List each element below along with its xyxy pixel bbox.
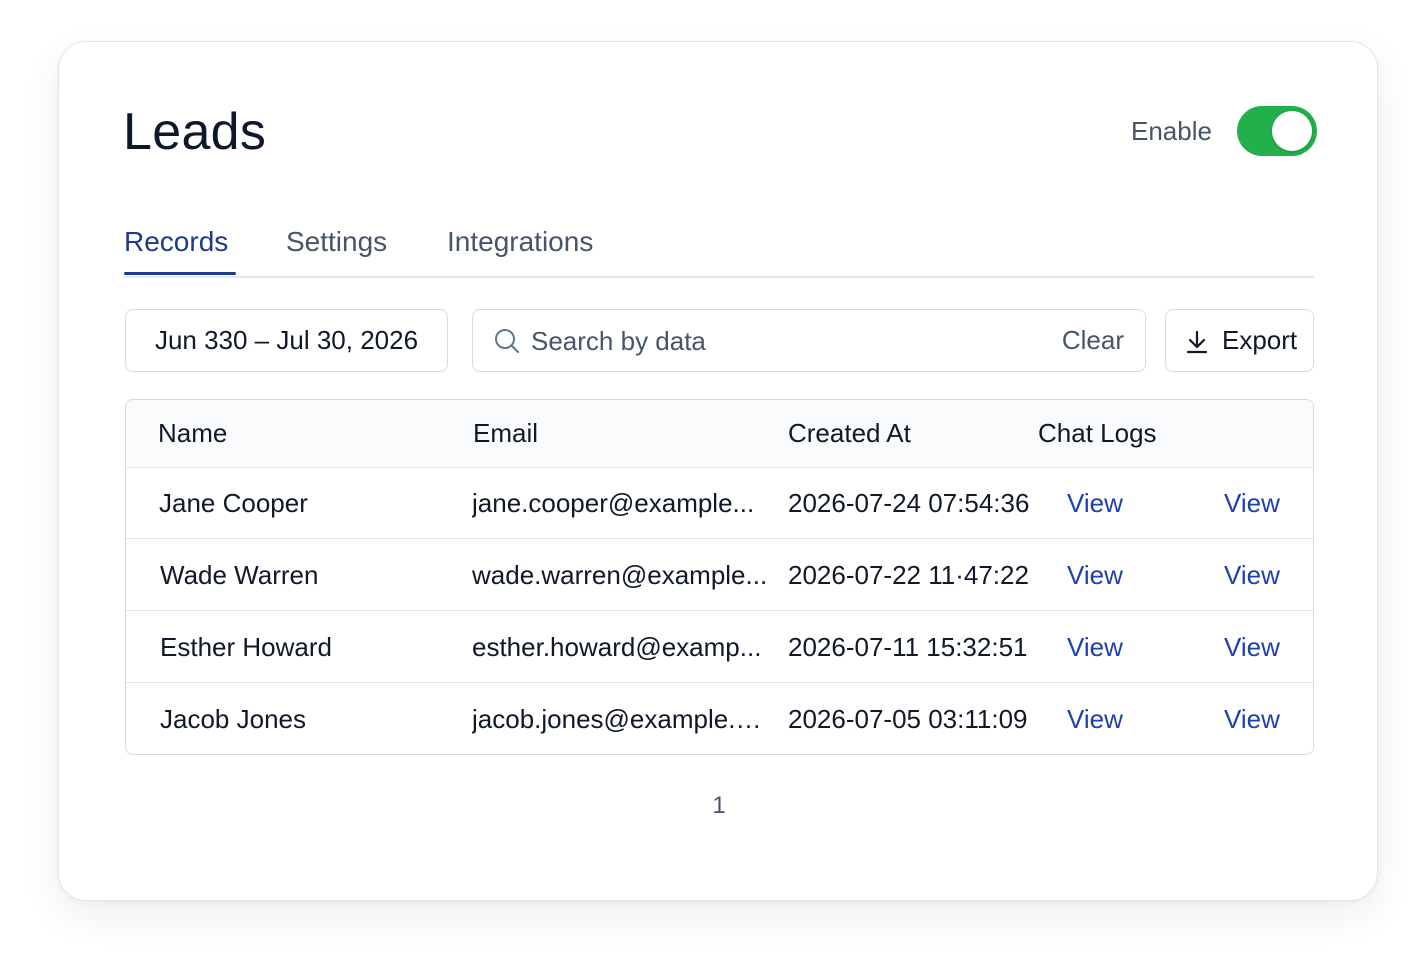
cell-created-at: 2026-07-24 07:54:36 [788, 488, 1030, 518]
enable-toggle[interactable] [1237, 106, 1317, 156]
clear-button[interactable]: Clear [1062, 310, 1124, 371]
cell-email: esther.howard@examp... [472, 632, 762, 662]
cell-created-at: 2026-07-05 03:11:09 [788, 704, 1028, 734]
search-icon [495, 329, 519, 353]
table-header: Name Email Created At Chat Logs [126, 400, 1313, 468]
table-row: Jane Cooper jane.cooper@example... 2026-… [126, 467, 1313, 539]
cell-name: Esther Howard [160, 632, 332, 662]
tab-integrations[interactable]: Integrations [447, 222, 593, 262]
tab-bar: Records Settings Integrations [124, 222, 1314, 278]
cell-created-at: 2026-07-22 11·47:22 [788, 560, 1029, 590]
export-label: Export [1222, 325, 1298, 355]
row-view-link[interactable]: View [1224, 683, 1280, 754]
leads-table: Name Email Created At Chat Logs Jane Coo… [125, 399, 1314, 755]
cell-name: Jacob Jones [160, 704, 306, 734]
table-row: Wade Warren wade.warren@example... 2026-… [126, 539, 1313, 611]
cell-name: Jane Cooper [159, 488, 308, 518]
chat-logs-view-link[interactable]: View [1067, 467, 1123, 539]
export-button[interactable]: Export [1165, 309, 1314, 372]
cell-email: jane.cooper@example... [472, 488, 755, 518]
toggle-knob [1272, 111, 1312, 151]
page-title: Leads [123, 103, 267, 161]
leads-card: Leads Enable Records Settings Integratio… [58, 41, 1378, 901]
cell-created-at: 2026-07-11 15:32:51 [788, 632, 1028, 662]
cell-email: jacob.jones@example.c... [472, 704, 768, 734]
tab-records[interactable]: Records [124, 222, 228, 262]
date-range-picker[interactable]: Jun 330 – Jul 30, 2026 [125, 309, 448, 372]
cell-name: Wade Warren [160, 560, 319, 590]
pagination-page-1[interactable]: 1 [699, 790, 739, 822]
row-view-link[interactable]: View [1224, 467, 1280, 539]
search-input[interactable] [531, 320, 1031, 362]
column-header-name[interactable]: Name [158, 400, 227, 467]
cell-email: wade.warren@example... [472, 560, 768, 590]
enable-label: Enable [1131, 116, 1212, 146]
chat-logs-view-link[interactable]: View [1067, 683, 1123, 754]
active-tab-indicator [124, 272, 236, 275]
download-icon [1186, 330, 1208, 354]
column-header-chat-logs[interactable]: Chat Logs [1038, 400, 1157, 467]
column-header-created-at[interactable]: Created At [788, 400, 911, 467]
table-row: Esther Howard esther.howard@examp... 202… [126, 611, 1313, 683]
chat-logs-view-link[interactable]: View [1067, 539, 1123, 611]
table-row: Jacob Jones jacob.jones@example.c... 202… [126, 683, 1313, 754]
row-view-link[interactable]: View [1224, 611, 1280, 683]
row-view-link[interactable]: View [1224, 539, 1280, 611]
column-header-email[interactable]: Email [473, 400, 538, 467]
chat-logs-view-link[interactable]: View [1067, 611, 1123, 683]
search-box: Clear [472, 309, 1146, 372]
tab-settings[interactable]: Settings [286, 222, 387, 262]
